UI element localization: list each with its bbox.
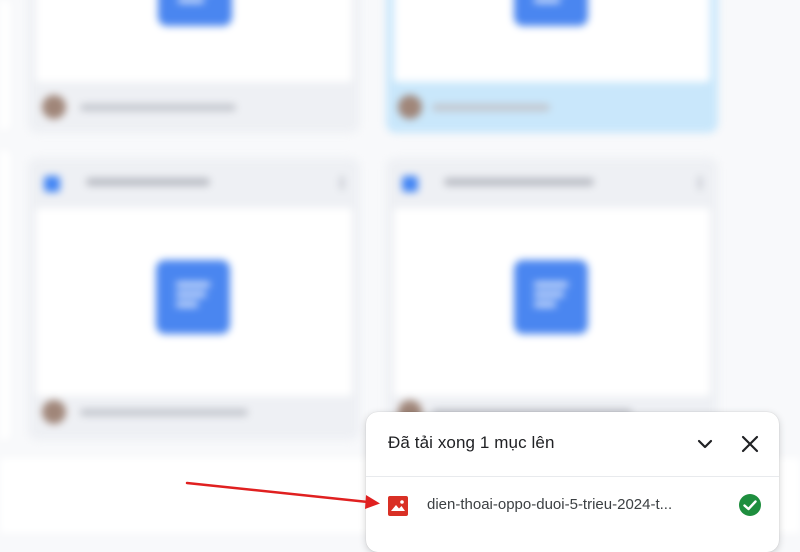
file-card-selected[interactable]	[386, 0, 718, 133]
file-preview	[394, 208, 710, 396]
file-card-header	[386, 158, 718, 208]
file-meta	[80, 409, 248, 416]
avatar	[42, 95, 66, 119]
more-menu-icon[interactable]	[340, 176, 344, 190]
uploaded-file-row[interactable]: dien-thoai-oppo-duoi-5-trieu-2024-t...	[366, 484, 779, 534]
check-circle-icon	[739, 494, 761, 516]
close-button[interactable]	[736, 430, 764, 458]
docs-icon	[44, 176, 60, 192]
doc-icon	[156, 260, 230, 334]
file-card-header	[28, 158, 360, 208]
file-card[interactable]	[386, 158, 718, 440]
uploaded-file-name: dien-thoai-oppo-duoi-5-trieu-2024-t...	[427, 496, 673, 513]
file-card[interactable]	[28, 158, 360, 440]
doc-icon	[514, 260, 588, 334]
chevron-down-icon	[697, 439, 713, 449]
upload-status-panel: Đã tải xong 1 mục lên dien-thoai-oppo-du…	[366, 412, 779, 552]
doc-icon	[158, 0, 232, 26]
file-preview	[36, 208, 352, 396]
file-preview	[36, 0, 352, 82]
file-title	[86, 178, 210, 186]
avatar	[42, 400, 66, 424]
side-panel-edge	[0, 0, 10, 130]
image-file-icon	[388, 496, 408, 516]
upload-panel-title: Đã tải xong 1 mục lên	[388, 433, 555, 452]
file-preview	[394, 0, 710, 82]
side-panel-edge	[0, 150, 10, 440]
close-icon	[741, 435, 759, 453]
panel-divider	[366, 476, 779, 477]
file-title	[444, 178, 594, 186]
docs-icon	[402, 176, 418, 192]
file-meta	[80, 104, 236, 111]
doc-icon	[514, 0, 588, 26]
more-menu-icon[interactable]	[698, 176, 702, 190]
file-meta	[432, 104, 550, 111]
avatar	[398, 95, 422, 119]
file-card[interactable]	[28, 0, 360, 133]
collapse-button[interactable]	[691, 430, 719, 458]
